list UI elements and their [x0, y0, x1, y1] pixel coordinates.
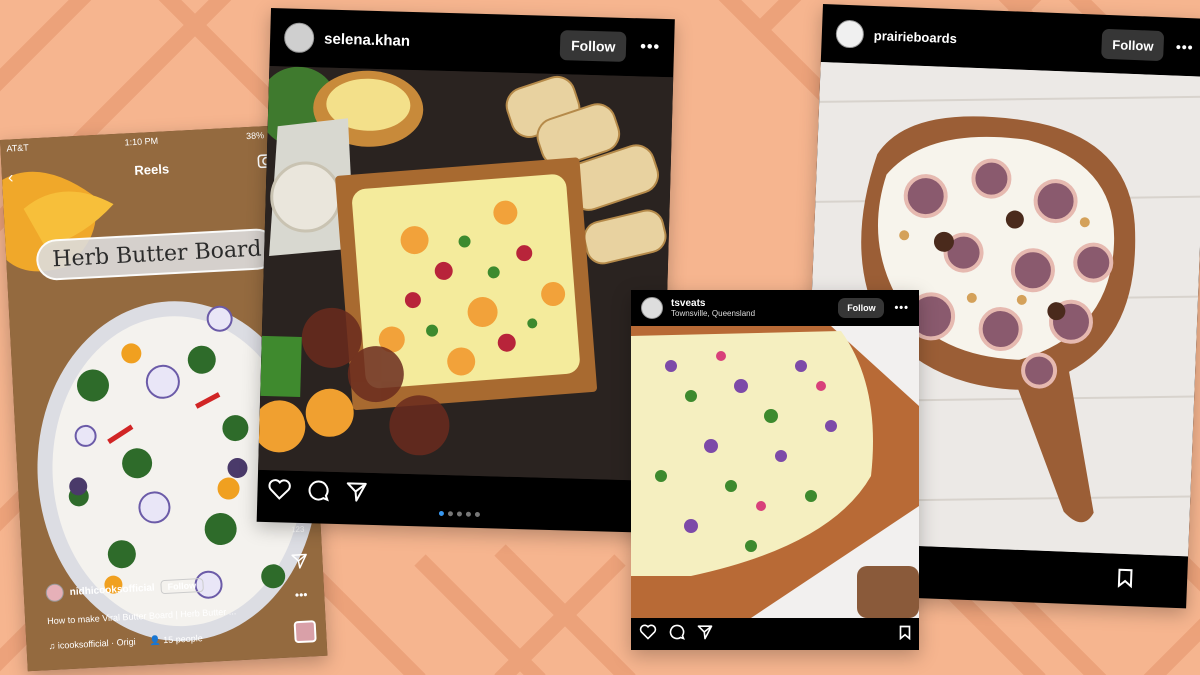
post-header: tsveats Townsville, Queensland Follow ••… — [631, 290, 919, 326]
avatar[interactable] — [835, 19, 865, 49]
carousel-dot — [474, 511, 480, 518]
avatar[interactable] — [45, 583, 65, 603]
post-tsveats: tsveats Townsville, Queensland Follow ••… — [631, 290, 919, 650]
comment-icon[interactable] — [669, 624, 685, 640]
bookmark-icon[interactable] — [1117, 568, 1134, 589]
person-icon: 👤 — [149, 635, 164, 646]
post-username[interactable]: prairieboards — [874, 27, 958, 45]
share-icon[interactable] — [290, 551, 309, 570]
follow-button[interactable]: Follow — [559, 30, 627, 62]
carrier-text: AT&T — [6, 142, 30, 154]
clock-text: 1:10 PM — [124, 135, 159, 148]
avatar[interactable] — [641, 297, 663, 319]
heart-icon[interactable] — [639, 624, 657, 640]
post-selena-khan: selena.khan Follow ••• — [256, 8, 675, 534]
carousel-dot — [465, 511, 471, 517]
avatar[interactable] — [283, 22, 315, 54]
comment-count: 123 — [290, 524, 305, 535]
people-count[interactable]: 15 people — [163, 633, 203, 645]
author-username[interactable]: nidhicooksofficial — [69, 582, 154, 597]
more-options-icon[interactable]: ••• — [894, 302, 909, 314]
more-options-icon[interactable]: ••• — [640, 38, 660, 57]
post-username[interactable]: selena.khan — [324, 30, 410, 49]
carousel-dot — [438, 510, 444, 517]
more-icon[interactable]: ••• — [295, 588, 308, 603]
carousel-dot — [456, 511, 462, 517]
share-icon[interactable] — [697, 624, 713, 640]
audio-thumbnail[interactable] — [293, 620, 317, 644]
post-actions — [631, 624, 919, 640]
post-photo[interactable] — [631, 326, 919, 618]
post-user-info: tsveats Townsville, Queensland — [671, 298, 755, 319]
more-options-icon[interactable]: ••• — [1176, 39, 1194, 56]
follow-button[interactable]: Follow — [838, 298, 885, 318]
post-username[interactable]: tsveats — [671, 298, 755, 310]
follow-button[interactable]: Follow — [1101, 28, 1165, 62]
post-photo[interactable] — [258, 65, 674, 482]
battery-text: 38% — [245, 130, 265, 142]
follow-button[interactable]: Follow — [160, 577, 204, 595]
bookmark-icon[interactable] — [899, 625, 911, 640]
carousel-dot — [447, 511, 453, 517]
post-location[interactable]: Townsville, Queensland — [671, 309, 755, 318]
